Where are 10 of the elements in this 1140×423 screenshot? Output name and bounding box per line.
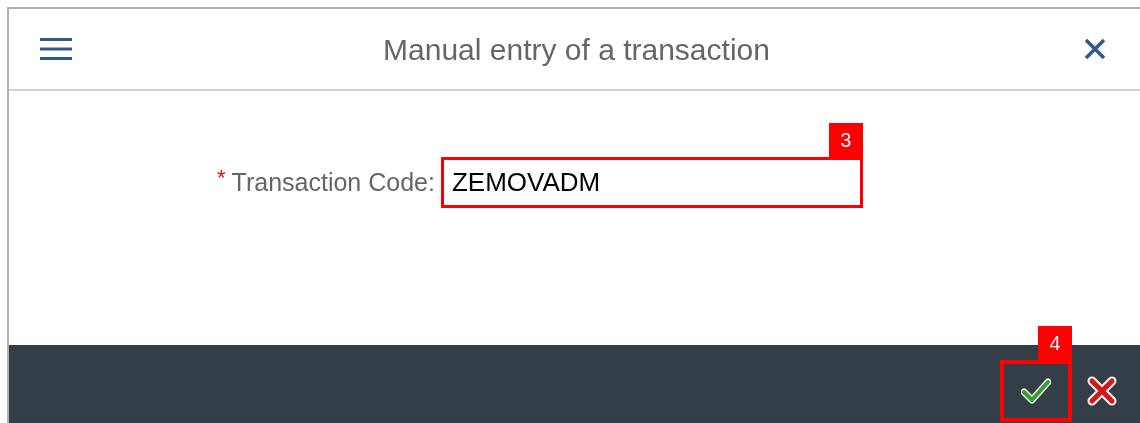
field-label: Transaction Code:: [231, 166, 435, 198]
dialog-title: Manual entry of a transaction: [383, 31, 770, 68]
checkmark-icon: [1021, 378, 1051, 404]
cross-icon: [1087, 376, 1117, 406]
callout-badge: 4: [1038, 326, 1072, 360]
close-icon: [1084, 38, 1106, 60]
transaction-code-field[interactable]: ZEMOVADM: [440, 157, 863, 208]
callout-badge: 3: [828, 123, 863, 157]
menu-icon: [40, 37, 72, 61]
required-mark: *: [217, 164, 226, 192]
